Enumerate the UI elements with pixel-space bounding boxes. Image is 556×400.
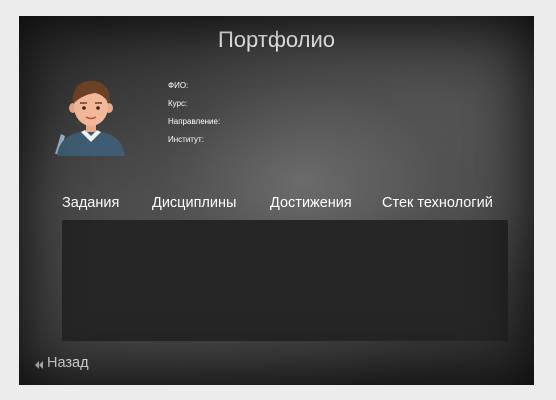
portfolio-window: Портфолио ФИО: Курс: Направление: Инстит… (19, 16, 534, 385)
back-button[interactable]: Назад (34, 355, 89, 371)
tab-bar: Задания Дисциплины Достижения Стек техно… (62, 195, 522, 217)
student-avatar-icon (51, 74, 131, 156)
back-label: Назад (47, 355, 89, 371)
tab-tech-stack[interactable]: Стек технологий (382, 195, 493, 211)
tab-achievements[interactable]: Достижения (270, 195, 352, 211)
tab-content-panel (62, 220, 508, 341)
page-title: Портфолио (217, 27, 336, 52)
fio-label: ФИО: (168, 81, 189, 90)
course-label: Курс: (168, 99, 188, 108)
institute-label: Институт: (168, 135, 204, 144)
profile-info: ФИО: Курс: Направление: Институт: (168, 81, 220, 153)
tab-disciplines[interactable]: Дисциплины (152, 195, 236, 211)
double-chevron-left-icon (34, 358, 44, 369)
direction-label: Направление: (168, 117, 221, 126)
tab-tasks[interactable]: Задания (62, 195, 119, 211)
